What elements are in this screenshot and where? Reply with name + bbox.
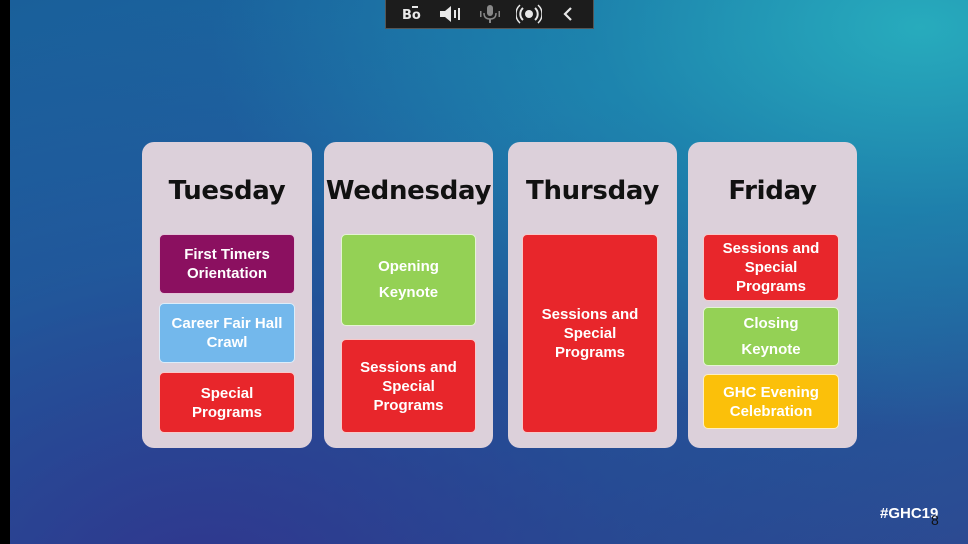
day-column-thursday: Thursday Sessions and Special Programs: [508, 142, 677, 448]
day-column-friday: Friday Sessions and Special Programs Clo…: [688, 142, 857, 448]
event-special-programs: Special Programs: [159, 372, 295, 433]
event-opening-keynote: Opening Keynote: [341, 234, 476, 326]
left-border: [0, 0, 10, 544]
day-title: Friday: [728, 176, 817, 206]
chevron-left-icon[interactable]: [555, 3, 581, 25]
presentation-toolbar: Bo: [385, 0, 594, 29]
svg-text:Bo: Bo: [402, 8, 421, 23]
day-column-tuesday: Tuesday First Timers Orientation Career …: [142, 142, 312, 448]
event-career-fair-hall-crawl: Career Fair Hall Crawl: [159, 303, 295, 363]
event-closing-keynote: Closing Keynote: [703, 307, 839, 366]
subtitles-icon[interactable]: Bo: [399, 3, 425, 25]
day-title: Tuesday: [168, 176, 286, 206]
event-sessions-special-programs: Sessions and Special Programs: [341, 339, 476, 433]
broadcast-icon[interactable]: [515, 3, 542, 25]
event-sessions-special-programs: Sessions and Special Programs: [522, 234, 658, 433]
day-title: Wednesday: [325, 176, 492, 206]
speaker-icon[interactable]: [438, 3, 464, 25]
event-hashtag: #GHC19: [880, 505, 939, 522]
event-first-timers-orientation: First Timers Orientation: [159, 234, 295, 294]
event-sessions-special-programs: Sessions and Special Programs: [703, 234, 839, 301]
slide-page-number: 8: [931, 512, 939, 528]
microphone-icon[interactable]: [477, 3, 503, 25]
event-ghc-evening-celebration: GHC Evening Celebration: [703, 374, 839, 429]
day-column-wednesday: Wednesday Opening Keynote Sessions and S…: [324, 142, 493, 448]
day-title: Thursday: [526, 176, 659, 206]
